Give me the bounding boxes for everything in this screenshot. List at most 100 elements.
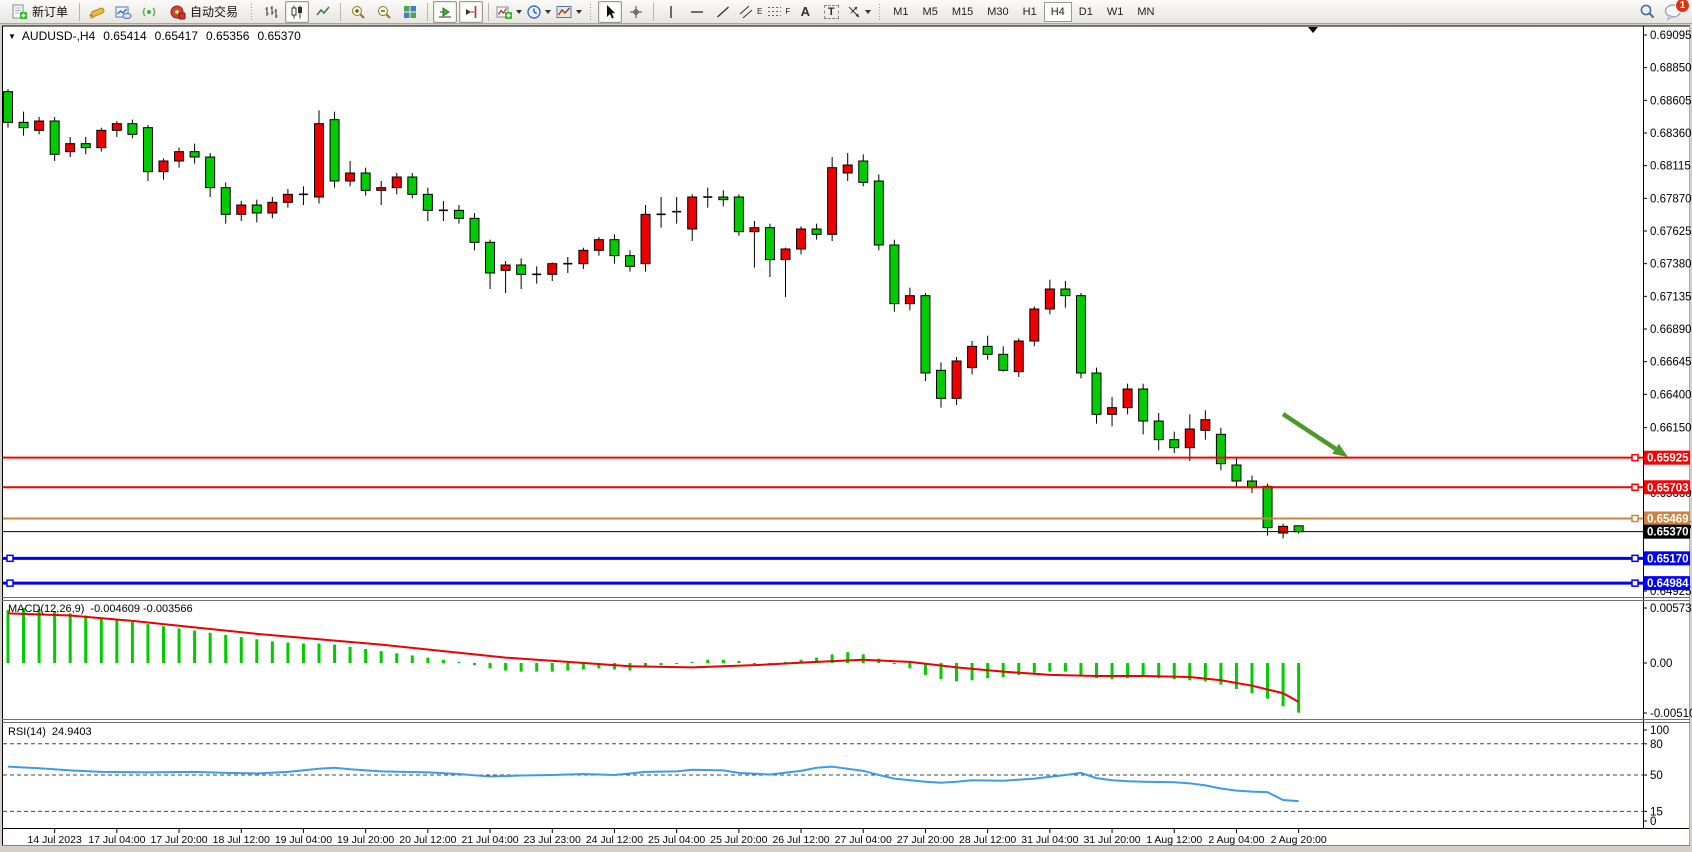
toolbar-separator — [79, 3, 80, 21]
arrows-dropdown-caret[interactable] — [865, 10, 871, 14]
trendline-tool-button[interactable] — [711, 1, 735, 23]
auto-scroll-button[interactable] — [433, 1, 457, 23]
equidistant-channel-tool-button[interactable]: E — [737, 1, 763, 23]
time-tick-label: 26 Jul 12:00 — [772, 834, 829, 846]
toolbar-grip[interactable] — [877, 4, 882, 20]
notification-badge[interactable]: 1 — [1675, 0, 1690, 13]
candle-body — [905, 296, 914, 304]
line-handle[interactable] — [1632, 484, 1638, 490]
zoom-out-button[interactable] — [372, 1, 396, 23]
chart-shift-icon — [463, 4, 479, 20]
timeframe-m5[interactable]: M5 — [916, 2, 945, 22]
candle-body — [206, 157, 215, 188]
crayon-tool-button[interactable] — [85, 1, 109, 23]
time-tick-label: 19 Jul 20:00 — [337, 834, 394, 846]
candle-body — [610, 240, 619, 256]
rsi-axis-label: 80 — [1650, 739, 1663, 751]
cursor-tool-button[interactable] — [598, 1, 622, 23]
macd-histogram-bar — [520, 663, 523, 672]
macd-histogram-bar — [1064, 663, 1067, 672]
macd-histogram-bar — [271, 641, 274, 663]
indicators-button[interactable] — [494, 1, 523, 23]
line-handle[interactable] — [1632, 515, 1638, 521]
periods-dropdown-caret[interactable] — [545, 10, 551, 14]
macd-histogram-bar — [395, 653, 398, 663]
time-tick-label: 21 Jul 04:00 — [461, 834, 518, 846]
line-handle[interactable] — [1632, 580, 1638, 586]
publish-chart-button[interactable] — [111, 1, 135, 23]
timeframe-w1[interactable]: W1 — [1100, 2, 1131, 22]
chart-canvas[interactable]: 0.690950.688500.686050.683600.681150.678… — [0, 0, 1692, 852]
auto-trading-button[interactable]: 自动交易 — [163, 1, 244, 23]
chart-collapse-marker[interactable]: ▼ — [8, 32, 16, 41]
macd-histogram-bar — [411, 655, 414, 663]
candlestick-type-button[interactable] — [285, 1, 309, 23]
text-label-tool-button[interactable]: T — [819, 1, 843, 23]
vertical-line-tool-button[interactable] — [659, 1, 683, 23]
macd-histogram-bar — [364, 649, 367, 663]
candle-body — [812, 229, 821, 234]
line-chart-type-button[interactable] — [311, 1, 335, 23]
templates-dropdown-caret[interactable] — [576, 10, 582, 14]
template-icon — [555, 4, 573, 20]
candle-body — [1294, 526, 1303, 532]
horizontal-line-icon — [689, 4, 705, 20]
chat-button[interactable]: 1 — [1661, 1, 1685, 23]
fibonacci-letter: F — [785, 7, 790, 16]
line-handle[interactable] — [7, 580, 13, 586]
fibonacci-tool-button[interactable]: F — [765, 1, 791, 23]
periods-button[interactable] — [525, 1, 552, 23]
macd-histogram-bar — [613, 663, 616, 669]
time-tick-label: 2 Aug 04:00 — [1208, 834, 1264, 846]
candle-body — [268, 202, 277, 213]
candle-body — [486, 242, 495, 273]
search-button[interactable] — [1635, 1, 1659, 23]
candle-body — [719, 197, 728, 200]
rsi-pane-label: RSI(14) 24.9403 — [8, 726, 92, 738]
timeframe-mn[interactable]: MN — [1130, 2, 1161, 22]
mt4-window: { "toolbar": { "new_order_label": "新订单",… — [0, 0, 1692, 852]
candle-body — [408, 177, 417, 194]
toolbar-separator — [340, 3, 341, 21]
zoom-in-button[interactable] — [346, 1, 370, 23]
line-handle[interactable] — [7, 555, 13, 561]
candle-body — [35, 121, 44, 130]
candle-body — [999, 354, 1008, 370]
toolbar-separator — [427, 3, 428, 21]
timeframe-h4[interactable]: H4 — [1044, 2, 1072, 22]
horizontal-line-tool-button[interactable] — [685, 1, 709, 23]
candle-body — [1108, 408, 1117, 415]
timeframe-m1[interactable]: M1 — [886, 2, 915, 22]
indicators-dropdown-caret[interactable] — [516, 10, 522, 14]
templates-button[interactable] — [554, 1, 583, 23]
candle-body — [1185, 429, 1194, 448]
chart-shift-button[interactable] — [459, 1, 483, 23]
line-handle[interactable] — [1632, 555, 1638, 561]
macd-histogram-bar — [675, 663, 678, 664]
candle-body — [890, 245, 899, 304]
candle-body — [797, 229, 806, 249]
candle-body — [734, 197, 743, 232]
signals-button[interactable] — [137, 1, 161, 23]
candle-body — [548, 264, 557, 275]
crosshair-tool-button[interactable] — [624, 1, 648, 23]
tile-windows-button[interactable] — [398, 1, 422, 23]
text-tool-button[interactable]: A — [793, 1, 817, 23]
timeframe-h1[interactable]: H1 — [1016, 2, 1044, 22]
bar-chart-type-button[interactable] — [259, 1, 283, 23]
timeframe-m30[interactable]: M30 — [980, 2, 1015, 22]
main-toolbar: 新订单 — [0, 0, 1692, 24]
line-handle[interactable] — [1632, 455, 1638, 461]
macd-histogram-bar — [146, 624, 149, 663]
quote-close: 0.65370 — [257, 29, 300, 43]
price-tick-label: 0.66890 — [1650, 324, 1692, 336]
timeframe-m15[interactable]: M15 — [945, 2, 980, 22]
toolbar-grip[interactable] — [249, 4, 254, 20]
rsi-axis-label: 100 — [1650, 725, 1669, 737]
price-tick-label: 0.67870 — [1650, 193, 1692, 205]
time-tick-label: 2 Aug 20:00 — [1271, 834, 1327, 846]
new-order-button[interactable]: 新订单 — [5, 1, 74, 23]
toolbar-grip[interactable] — [588, 4, 593, 20]
arrows-tool-button[interactable] — [845, 1, 872, 23]
timeframe-d1[interactable]: D1 — [1072, 2, 1100, 22]
